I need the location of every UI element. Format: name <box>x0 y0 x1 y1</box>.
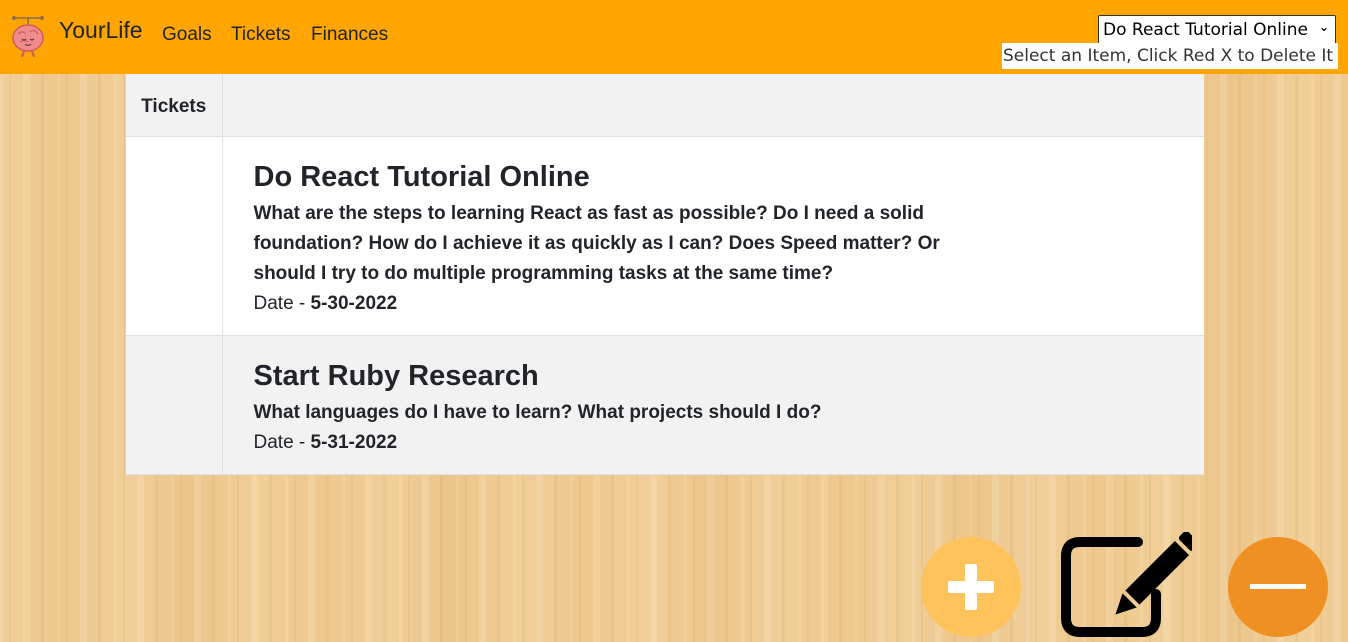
row-index-cell <box>126 335 223 475</box>
table-row[interactable]: Do React Tutorial Online What are the st… <box>126 136 1204 336</box>
ticket-date-line: Date - 5-31-2022 <box>254 428 1175 458</box>
brand-name[interactable]: YourLife <box>59 17 143 44</box>
ticket-date-label: Date - <box>253 292 311 314</box>
ticket-description: What languages do I have to learn? What … <box>253 401 822 423</box>
nav-link-goals[interactable]: Goals <box>162 24 212 46</box>
nav-link-finances[interactable]: Finances <box>311 24 388 46</box>
brain-logo-icon[interactable] <box>8 12 48 58</box>
edit-ticket-button[interactable] <box>1058 530 1200 642</box>
minus-icon <box>1250 584 1306 589</box>
ticket-date: 5-31-2022 <box>310 431 398 453</box>
ticket-date-line: Date - 5-30-2022 <box>254 289 1175 319</box>
remove-ticket-button[interactable] <box>1228 537 1328 637</box>
delete-hint: Select an Item, Click Red X to Delete It <box>1002 43 1338 69</box>
table-row[interactable]: Start Ruby Research What languages do I … <box>126 335 1204 475</box>
plus-icon <box>948 564 994 610</box>
ticket-title: Do React Tutorial Online <box>253 160 590 193</box>
item-select[interactable]: Do React Tutorial Online <box>1098 15 1336 45</box>
ticket-cell[interactable]: Start Ruby Research What languages do I … <box>222 335 1204 475</box>
ticket-title: Start Ruby Research <box>253 359 539 392</box>
navbar: YourLife Goals Tickets Finances Do React… <box>0 0 1348 74</box>
ticket-date: 5-30-2022 <box>310 292 398 314</box>
tickets-table: Tickets Do React Tutorial Online What ar… <box>126 74 1204 475</box>
add-ticket-button[interactable] <box>921 537 1021 637</box>
nav-link-tickets[interactable]: Tickets <box>231 24 290 46</box>
column-header-tickets: Tickets <box>126 74 223 137</box>
ticket-cell[interactable]: Do React Tutorial Online What are the st… <box>222 136 1204 336</box>
table-header-row: Tickets <box>126 74 1204 137</box>
column-header-blank <box>222 74 1204 137</box>
row-index-cell <box>126 136 223 336</box>
edit-icon <box>1061 530 1200 637</box>
ticket-description: What are the steps to learning React as … <box>253 202 940 284</box>
ticket-date-label: Date - <box>253 431 311 453</box>
